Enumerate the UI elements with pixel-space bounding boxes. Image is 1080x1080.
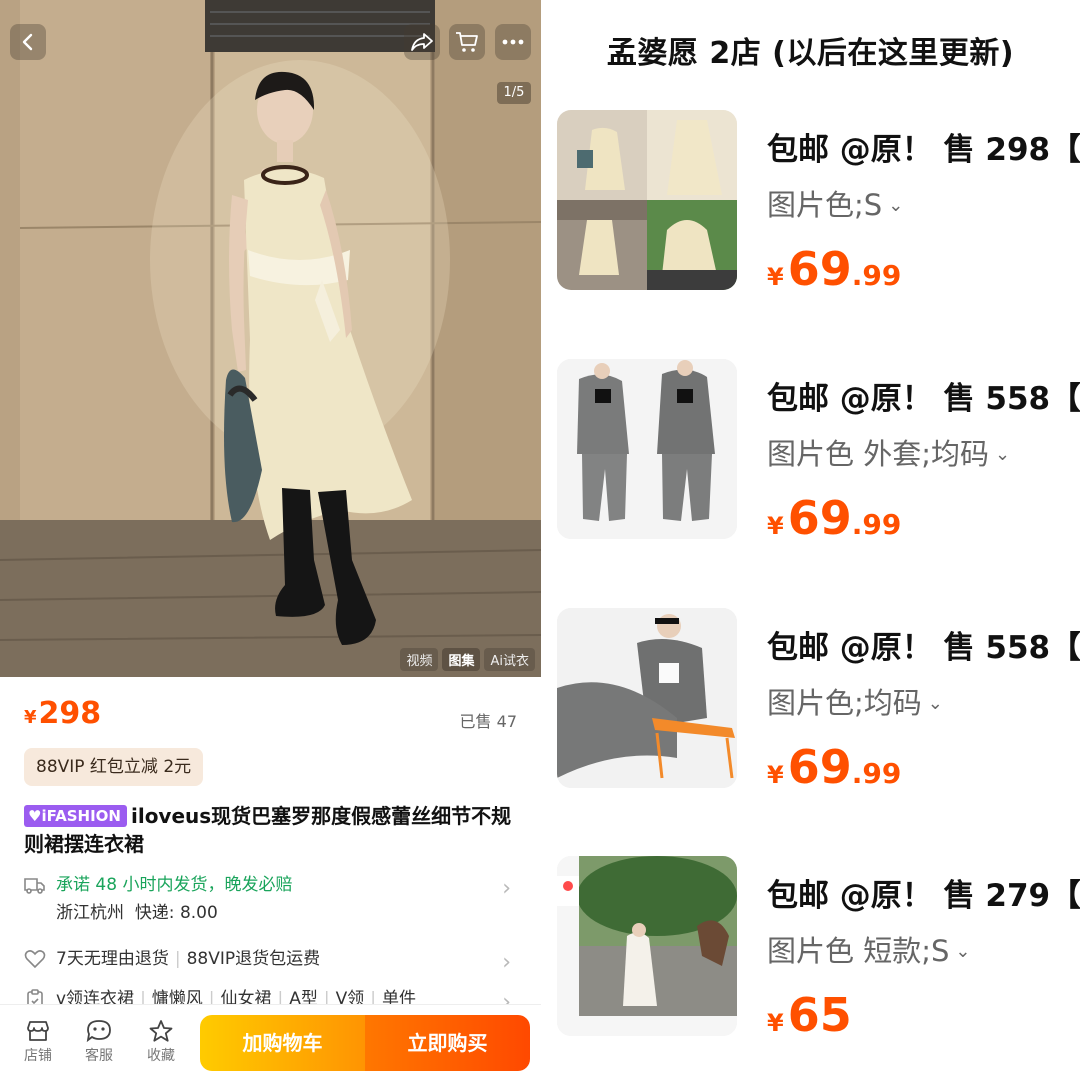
chevron-down-icon: ⌄ (955, 941, 971, 962)
shipping-row[interactable]: 承诺 48 小时内发货，晚发必赔 浙江杭州 快递: 8.00 › (24, 872, 517, 928)
shipping-text: 承诺 48 小时内发货，晚发必赔 浙江杭州 快递: 8.00 (56, 872, 292, 928)
price-currency: ¥ (767, 512, 784, 540)
shipping-express: 快递: 8.00 (134, 903, 218, 923)
thumbnail-image (557, 110, 737, 290)
thumbnail-image (557, 856, 737, 1036)
item-price: ¥69.99 (767, 491, 901, 545)
delivery-truck-icon (24, 878, 45, 894)
item-title: 包邮 @原！ 售 558【U (767, 630, 1080, 666)
price-currency: ¥ (24, 707, 37, 728)
share-button[interactable] (404, 24, 440, 60)
product-thumbnail (557, 608, 737, 788)
price-decimal: .99 (851, 757, 902, 790)
price-decimal: .99 (851, 259, 902, 292)
buy-now-button[interactable]: 立即购买 (365, 1015, 530, 1071)
price-currency: ¥ (767, 263, 784, 291)
item-price: ¥65 (767, 988, 852, 1042)
list-item[interactable]: 包邮 @原！ 售 558【U 图片色;均码 ⌄ ¥69.99 (557, 608, 1080, 794)
list-item[interactable]: 包邮 @原！ 售 279【夏 图片色 短款;S ⌄ ¥65 (557, 856, 1080, 1042)
sold-count: 已售 47 (459, 712, 517, 731)
item-spec-selector[interactable]: 图片色 短款;S ⌄ (767, 928, 971, 970)
cart-button[interactable] (449, 24, 485, 60)
back-button[interactable] (10, 24, 46, 60)
thumbnail-image (557, 359, 737, 539)
more-options-button[interactable] (495, 24, 531, 60)
return-policy-7day: 7天无理由退货 (56, 949, 169, 969)
price-value: 298 (38, 696, 102, 731)
service-label: 客服 (85, 1048, 113, 1064)
item-spec-selector[interactable]: 图片色;S ⌄ (767, 182, 903, 224)
add-to-cart-button[interactable]: 加购物车 (200, 1015, 365, 1071)
thumbnail-image (557, 608, 737, 788)
shop-title: 孟婆愿 2店 (以后在这里更新) (606, 36, 1015, 71)
item-spec-selector[interactable]: 图片色;均码 ⌄ (767, 680, 943, 722)
tab-video[interactable]: 视频 (400, 648, 439, 671)
returns-row[interactable]: 7天无理由退货 | 88VIP退货包运费 › (24, 946, 517, 975)
product-title-block: ♥iFASHION iloveus现货巴塞罗那度假感蕾丝细节不规则裙摆连衣裙 (24, 802, 524, 858)
shipping-promise: 承诺 48 小时内发货，晚发必赔 (56, 875, 293, 895)
customer-service-button[interactable]: 客服 (77, 1019, 121, 1065)
item-spec-label: 图片色 短款;S (767, 934, 950, 968)
ifashion-badge: ♥iFASHION (24, 805, 127, 827)
product-thumbnail (557, 110, 737, 290)
store-icon (27, 1021, 49, 1041)
shipping-details: 浙江杭州 快递: 8.00 (56, 898, 292, 928)
price-integer: 69 (787, 491, 852, 545)
shopping-cart-icon (456, 32, 478, 52)
bottom-action-bar: 店铺 客服 收藏 加购物车 立即购买 (0, 1004, 541, 1080)
chevron-right-icon: › (502, 876, 511, 901)
share-icon (411, 33, 433, 51)
item-title: 包邮 @原！ 售 298【巴 (767, 132, 1080, 168)
more-dots-icon (502, 39, 524, 45)
image-counter: 1/5 (497, 82, 531, 104)
item-title: 包邮 @原！ 售 558【U (767, 381, 1080, 417)
chevron-left-icon (22, 33, 33, 51)
item-spec-label: 图片色;S (767, 188, 883, 222)
product-thumbnail (557, 359, 737, 539)
item-spec-label: 图片色;均码 (767, 686, 922, 720)
chevron-down-icon: ⌄ (888, 195, 904, 216)
tab-gallery[interactable]: 图集 (442, 648, 481, 671)
ifashion-label: iFASHION (41, 807, 121, 825)
divider: | (174, 949, 181, 969)
price-integer: 65 (787, 988, 852, 1042)
product-photo (0, 0, 541, 677)
price-currency: ¥ (767, 1009, 784, 1037)
item-spec-selector[interactable]: 图片色 外套;均码 ⌄ (767, 431, 1010, 473)
shop-button[interactable]: 店铺 (16, 1019, 60, 1065)
tab-ai-try-on[interactable]: Ai试衣 (484, 648, 535, 671)
item-spec-label: 图片色 外套;均码 (767, 437, 989, 471)
chat-face-icon (86, 1020, 111, 1043)
product-price: ¥298 (24, 696, 101, 731)
ifashion-logo-icon: ♥ (28, 807, 42, 825)
chevron-right-icon: › (502, 950, 511, 975)
media-tabs: 视频 图集 Ai试衣 (400, 648, 535, 671)
heart-shield-icon (24, 950, 46, 969)
price-row: ¥298 已售 47 (24, 696, 517, 736)
price-integer: 69 (787, 740, 852, 794)
shipping-origin: 浙江杭州 (56, 903, 124, 923)
chevron-down-icon: ⌄ (927, 693, 943, 714)
item-title: 包邮 @原！ 售 279【夏 (767, 878, 1080, 914)
product-thumbnail (557, 856, 737, 1036)
favorite-button[interactable]: 收藏 (139, 1019, 183, 1065)
returns-text: 7天无理由退货 | 88VIP退货包运费 (56, 946, 320, 972)
price-integer: 69 (787, 242, 852, 296)
vip-coupon-badge[interactable]: 88VIP 红包立减 2元 (24, 748, 204, 786)
shop-product-list-panel: 孟婆愿 2店 (以后在这里更新) 包邮 @原！ 售 298【巴 图片色;S ⌄ ¥… (541, 0, 1080, 1080)
shop-label: 店铺 (24, 1048, 52, 1064)
star-icon (149, 1020, 173, 1042)
favorite-label: 收藏 (147, 1048, 175, 1064)
product-image-gallery[interactable]: 1/5 视频 图集 Ai试衣 (0, 0, 541, 677)
price-decimal: .99 (851, 508, 902, 541)
return-policy-vip: 88VIP退货包运费 (186, 949, 321, 969)
list-item[interactable]: 包邮 @原！ 售 558【U 图片色 外套;均码 ⌄ ¥69.99 (557, 359, 1080, 545)
chevron-down-icon: ⌄ (995, 444, 1011, 465)
price-currency: ¥ (767, 761, 784, 789)
list-item[interactable]: 包邮 @原！ 售 298【巴 图片色;S ⌄ ¥69.99 (557, 110, 1080, 296)
product-detail-panel: 1/5 视频 图集 Ai试衣 ¥298 已售 47 88VIP 红包立减 2元 … (0, 0, 541, 1080)
item-price: ¥69.99 (767, 740, 901, 794)
item-price: ¥69.99 (767, 242, 901, 296)
